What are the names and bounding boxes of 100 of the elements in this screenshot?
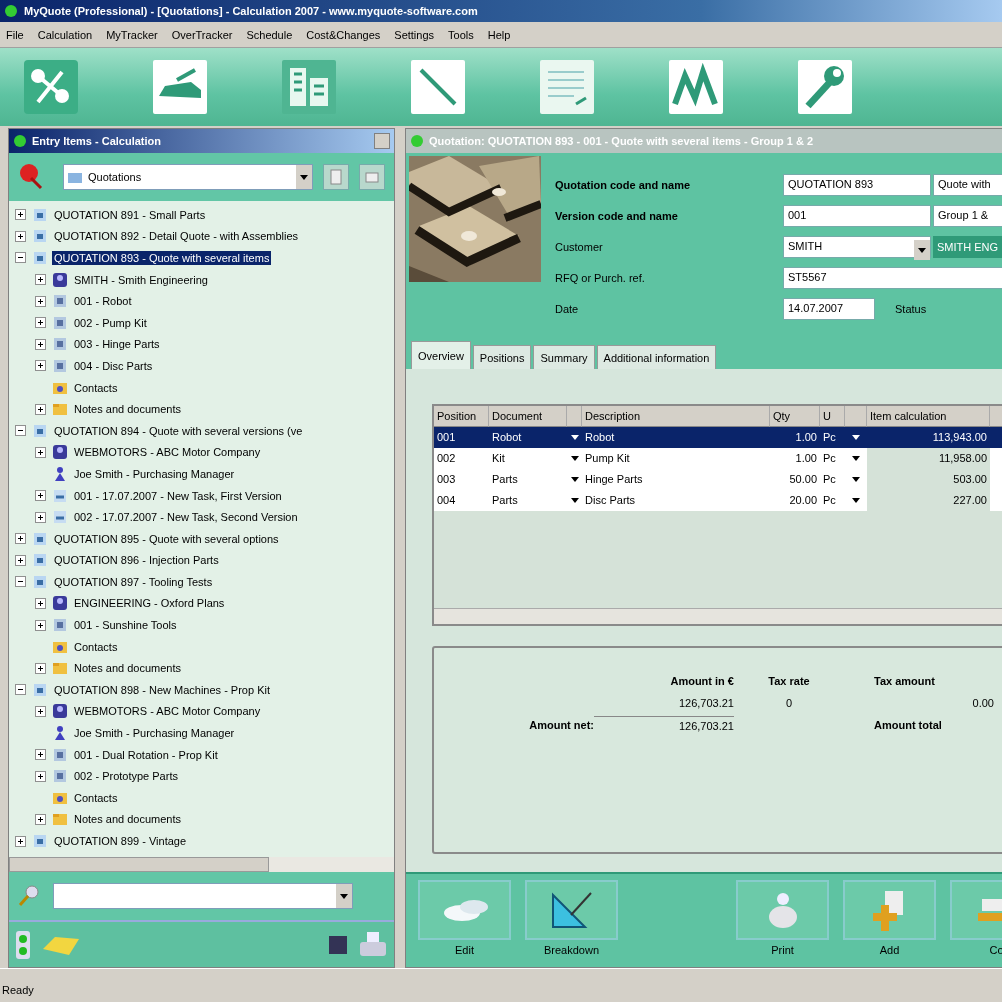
expand-icon[interactable]	[35, 662, 46, 674]
expand-icon[interactable]	[35, 770, 46, 782]
tree-item[interactable]: Contacts	[72, 380, 120, 395]
menu-item[interactable]: Cost&Changes	[306, 28, 381, 41]
tree-item[interactable]: Joe Smith - Purchasing Manager	[72, 726, 237, 741]
input-field[interactable]: QUOTATION 893	[783, 174, 931, 196]
caret-icon[interactable]	[570, 477, 579, 482]
search-field[interactable]	[53, 883, 353, 909]
expand-icon[interactable]	[35, 446, 46, 458]
expand-icon[interactable]	[35, 274, 46, 286]
column-header[interactable]: Position	[434, 406, 489, 427]
menu-item[interactable]: File	[6, 28, 24, 41]
pen-icon[interactable]	[409, 58, 467, 116]
expand-icon[interactable]	[35, 598, 46, 609]
tree-item[interactable]: QUOTATION 894 - Quote with several versions (ve	[52, 423, 305, 438]
menu-item[interactable]: Settings	[394, 28, 435, 41]
tree-item[interactable]: QUOTATION 899 - Vintage	[52, 834, 189, 848]
expand-icon[interactable]	[35, 619, 46, 631]
column-header[interactable]: U	[820, 406, 845, 427]
expand-icon[interactable]	[35, 813, 46, 825]
caret-icon[interactable]	[852, 498, 860, 503]
tree-item[interactable]: ENGINEERING - Oxford Plans	[72, 596, 227, 611]
caret-icon[interactable]	[570, 456, 579, 461]
caret-icon[interactable]	[852, 435, 860, 440]
expand-icon[interactable]	[35, 317, 46, 329]
tree-item[interactable]: Contacts	[72, 790, 120, 805]
input-field[interactable]: Quote with	[933, 174, 1002, 196]
caret-icon[interactable]	[852, 456, 860, 461]
expand-icon[interactable]	[15, 554, 26, 566]
tab[interactable]: Overview	[411, 341, 471, 369]
tree-item[interactable]: Notes and documents	[72, 661, 183, 676]
tree-item[interactable]: QUOTATION 891 - Small Parts	[52, 207, 208, 222]
tree-item[interactable]: SMITH - Smith Engineering	[72, 272, 210, 287]
expand-icon[interactable]	[35, 749, 46, 761]
tab[interactable]: Summary	[533, 345, 595, 369]
chart-icon[interactable]	[667, 58, 725, 116]
date-field[interactable]: 14.07.2007	[783, 298, 875, 320]
caret-icon[interactable]	[570, 498, 579, 503]
scrollbar[interactable]	[9, 857, 394, 872]
tree-item[interactable]: WEBMOTORS - ABC Motor Company	[72, 445, 263, 460]
column-header[interactable]: Item calculation	[867, 406, 990, 427]
input-field[interactable]: ST5567	[783, 267, 1002, 289]
input-field[interactable]: 001	[783, 205, 931, 227]
close-button[interactable]	[374, 133, 390, 149]
total-text: Amount total	[873, 718, 943, 733]
menu-item[interactable]: Tools	[448, 28, 474, 41]
expand-icon[interactable]	[35, 705, 46, 717]
tree-item[interactable]: 004 - Disc Parts	[72, 358, 155, 373]
tree-item[interactable]: Notes and documents	[72, 402, 183, 417]
tree-item[interactable]: 002 - 17.07.2007 - New Task, Second Version	[72, 510, 300, 525]
column-header[interactable]: Qty	[770, 406, 820, 427]
tree-item[interactable]: 002 - Pump Kit	[72, 315, 149, 330]
expand-icon[interactable]	[35, 511, 46, 523]
tree-item[interactable]: 001 - Sunshine Tools	[72, 618, 179, 633]
column-header[interactable]: Document	[489, 406, 567, 427]
building-icon[interactable]	[280, 58, 338, 116]
tree-item[interactable]: QUOTATION 895 - Quote with several options	[52, 531, 281, 546]
tree-item[interactable]: WEBMOTORS - ABC Motor Company	[72, 704, 263, 719]
menu-item[interactable]: MyTracker	[106, 28, 158, 41]
caret-icon[interactable]	[852, 477, 860, 482]
tree-item[interactable]: QUOTATION 893 - Quote with several items	[52, 251, 272, 265]
input-field[interactable]: Group 1 &	[933, 205, 1002, 227]
menu-item[interactable]: Help	[487, 28, 511, 41]
menu-item[interactable]: Schedule	[246, 28, 293, 41]
tree-item[interactable]: Notes and documents	[72, 812, 183, 827]
expand-icon[interactable]	[35, 295, 46, 307]
tree-item[interactable]: QUOTATION 897 - Tooling Tests	[52, 574, 215, 589]
expand-icon[interactable]	[15, 533, 26, 545]
tree-item[interactable]: Joe Smith - Purchasing Manager	[72, 466, 237, 481]
tab[interactable]: Positions	[472, 345, 532, 369]
expand-icon[interactable]	[35, 403, 46, 415]
wrench-icon[interactable]	[796, 58, 854, 116]
collapse-icon[interactable]	[15, 252, 26, 264]
tab[interactable]: Additional information	[596, 345, 717, 369]
expand-icon[interactable]	[15, 209, 26, 221]
tree-item[interactable]: 001 - Robot	[72, 294, 134, 309]
tree-item[interactable]: 001 - 17.07.2007 - New Task, First Version	[72, 488, 284, 503]
caret-icon[interactable]	[570, 435, 579, 440]
customer-dropdown[interactable]: SMITH	[783, 236, 931, 258]
collapse-icon[interactable]	[15, 425, 26, 437]
column-header[interactable]: Description	[582, 406, 770, 427]
scrollbar[interactable]	[434, 608, 1002, 624]
menu-item[interactable]: Calculation	[37, 28, 93, 41]
collapse-icon[interactable]	[15, 576, 26, 588]
tree-item[interactable]: 002 - Prototype Parts	[72, 769, 180, 784]
tree-item[interactable]: QUOTATION 892 - Detail Quote - with Assemblies	[52, 229, 301, 244]
filter-dropdown[interactable]: Quotations	[63, 164, 313, 190]
menu-item[interactable]: OverTracker	[171, 28, 233, 41]
tree-item[interactable]: QUOTATION 898 - New Machines - Prop Kit	[52, 682, 272, 697]
expand-icon[interactable]	[35, 360, 46, 372]
expand-icon[interactable]	[15, 230, 26, 242]
tree-item[interactable]: QUOTATION 896 - Injection Parts	[52, 553, 221, 568]
expand-icon[interactable]	[35, 338, 46, 350]
tree-item[interactable]: 001 - Dual Rotation - Prop Kit	[72, 747, 220, 762]
expand-icon[interactable]	[35, 490, 46, 501]
network-icon[interactable]	[22, 58, 80, 116]
tree-item[interactable]: Contacts	[72, 639, 120, 654]
tree-item[interactable]: 003 - Hinge Parts	[72, 337, 162, 352]
expand-icon[interactable]	[15, 835, 26, 847]
collapse-icon[interactable]	[15, 684, 26, 696]
